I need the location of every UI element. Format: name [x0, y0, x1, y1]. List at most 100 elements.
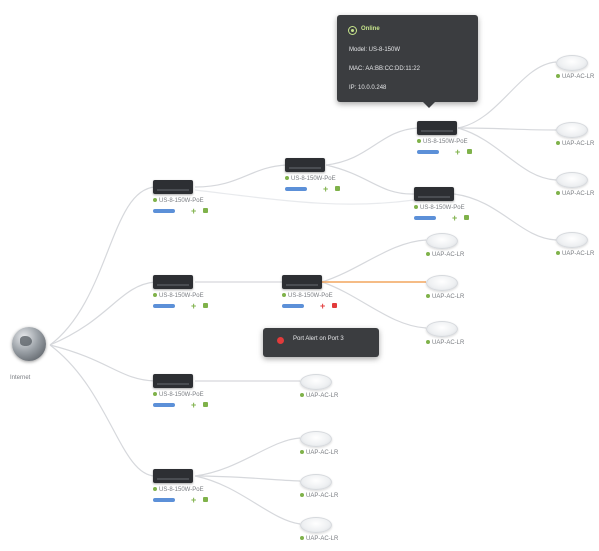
- port-status-icon: [467, 149, 472, 154]
- add-icon: +: [191, 301, 197, 311]
- switch-status-row: +: [153, 206, 213, 216]
- add-icon: +: [191, 495, 197, 505]
- switch-status-row: +: [282, 301, 342, 311]
- access-point-label: UAP-AC-LR: [556, 74, 594, 80]
- traffic-bar: [153, 403, 175, 407]
- globe-icon: [12, 327, 46, 361]
- port-status-icon: [203, 208, 208, 213]
- switch-icon: [153, 180, 193, 194]
- tooltip-model: Model: US-8-150W: [349, 47, 401, 53]
- link-internet-sw2: [49, 281, 156, 346]
- access-point-label: UAP-AC-LR: [426, 340, 464, 346]
- status-dot-icon: [556, 251, 560, 256]
- status-dot-icon: [153, 293, 157, 298]
- switch-status-row: +: [153, 400, 213, 410]
- status-dot-icon: [556, 141, 560, 146]
- tooltip-status: Online: [361, 26, 380, 32]
- switch-icon: [282, 275, 322, 289]
- access-point-label: UAP-AC-LR: [426, 252, 464, 258]
- traffic-bar: [153, 209, 175, 213]
- traffic-bar: [153, 498, 175, 502]
- switch-status-row: +: [153, 301, 213, 311]
- status-dot-icon: [426, 252, 430, 257]
- switch-label: US-8-150W-PoE: [153, 487, 204, 493]
- link-sw7-ap2: [457, 127, 557, 131]
- access-point-icon: [426, 321, 458, 337]
- switch-status-row: +: [417, 147, 477, 157]
- traffic-bar: [414, 216, 436, 220]
- access-point-icon: [556, 122, 588, 138]
- switch-icon: [153, 374, 193, 388]
- port-status-icon: [203, 303, 208, 308]
- switch-label: US-8-150W-PoE: [153, 293, 204, 299]
- access-point-icon: [426, 233, 458, 249]
- access-point-icon: [426, 275, 458, 291]
- status-dot-icon: [556, 191, 560, 196]
- add-icon: +: [323, 184, 329, 194]
- status-dot-icon: [556, 74, 560, 79]
- switch-label: US-8-150W-PoE: [282, 293, 333, 299]
- switch-status-row: +: [414, 213, 474, 223]
- traffic-bar: [282, 304, 304, 308]
- internet-label: Internet: [10, 375, 31, 381]
- status-dot-icon: [426, 340, 430, 345]
- switch-label: US-8-150W-PoE: [153, 198, 204, 204]
- tooltip-mac: MAC: AA:BB:CC:DD:11:22: [349, 66, 420, 72]
- access-point-icon: [556, 172, 588, 188]
- link-sw1-sw5: [194, 164, 287, 188]
- traffic-bar: [417, 150, 439, 154]
- online-status-icon: [349, 27, 356, 34]
- switch-label: US-8-150W-PoE: [285, 176, 336, 182]
- status-dot-icon: [300, 493, 304, 498]
- access-point-label: UAP-AC-LR: [300, 450, 338, 456]
- switch-label: US-8-150W-PoE: [414, 205, 465, 211]
- alert-icon: +: [320, 301, 326, 311]
- alert-icon: [277, 337, 284, 344]
- status-dot-icon: [414, 205, 418, 210]
- alert-tooltip-text: Port Alert on Port 3: [293, 336, 344, 342]
- port-status-icon: [335, 186, 340, 191]
- access-point-label: UAP-AC-LR: [300, 493, 338, 499]
- status-dot-icon: [300, 450, 304, 455]
- access-point-label: UAP-AC-LR: [300, 536, 338, 542]
- switch-icon: [285, 158, 325, 172]
- access-point-label: UAP-AC-LR: [426, 294, 464, 300]
- switch-icon: [417, 121, 457, 135]
- traffic-bar: [153, 304, 175, 308]
- link-internet-sw4: [49, 344, 156, 477]
- alert-tooltip: Port Alert on Port 3: [263, 328, 379, 357]
- port-alert-icon: [332, 303, 337, 308]
- switch-status-row: +: [153, 495, 213, 505]
- access-point-label: UAP-AC-LR: [556, 191, 594, 197]
- access-point-icon: [556, 55, 588, 71]
- add-icon: +: [455, 147, 461, 157]
- status-dot-icon: [300, 536, 304, 541]
- port-status-icon: [464, 215, 469, 220]
- port-status-icon: [203, 402, 208, 407]
- traffic-bar: [285, 187, 307, 191]
- access-point-label: UAP-AC-LR: [556, 251, 594, 257]
- switch-label: US-8-150W-PoE: [153, 392, 204, 398]
- link-sw6-ap5: [321, 239, 427, 283]
- status-dot-icon: [153, 198, 157, 203]
- switch-icon: [153, 469, 193, 483]
- access-point-icon: [300, 474, 332, 490]
- access-point-icon: [300, 517, 332, 533]
- status-dot-icon: [300, 393, 304, 398]
- access-point-label: UAP-AC-LR: [300, 393, 338, 399]
- switch-status-row: +: [285, 184, 345, 194]
- access-point-icon: [556, 232, 588, 248]
- link-internet-sw1: [49, 186, 156, 346]
- link-internet-sw3: [49, 344, 156, 382]
- access-point-icon: [300, 431, 332, 447]
- tooltip-ip: IP: 10.0.0.248: [349, 85, 387, 91]
- add-icon: +: [191, 400, 197, 410]
- link-sw4-ap9: [194, 437, 301, 477]
- port-status-icon: [203, 497, 208, 502]
- switch-icon: [414, 187, 454, 201]
- status-dot-icon: [285, 176, 289, 181]
- access-point-label: UAP-AC-LR: [556, 141, 594, 147]
- tooltip-arrow: [423, 102, 435, 108]
- add-icon: +: [452, 213, 458, 223]
- link-sw5-sw7: [325, 127, 419, 166]
